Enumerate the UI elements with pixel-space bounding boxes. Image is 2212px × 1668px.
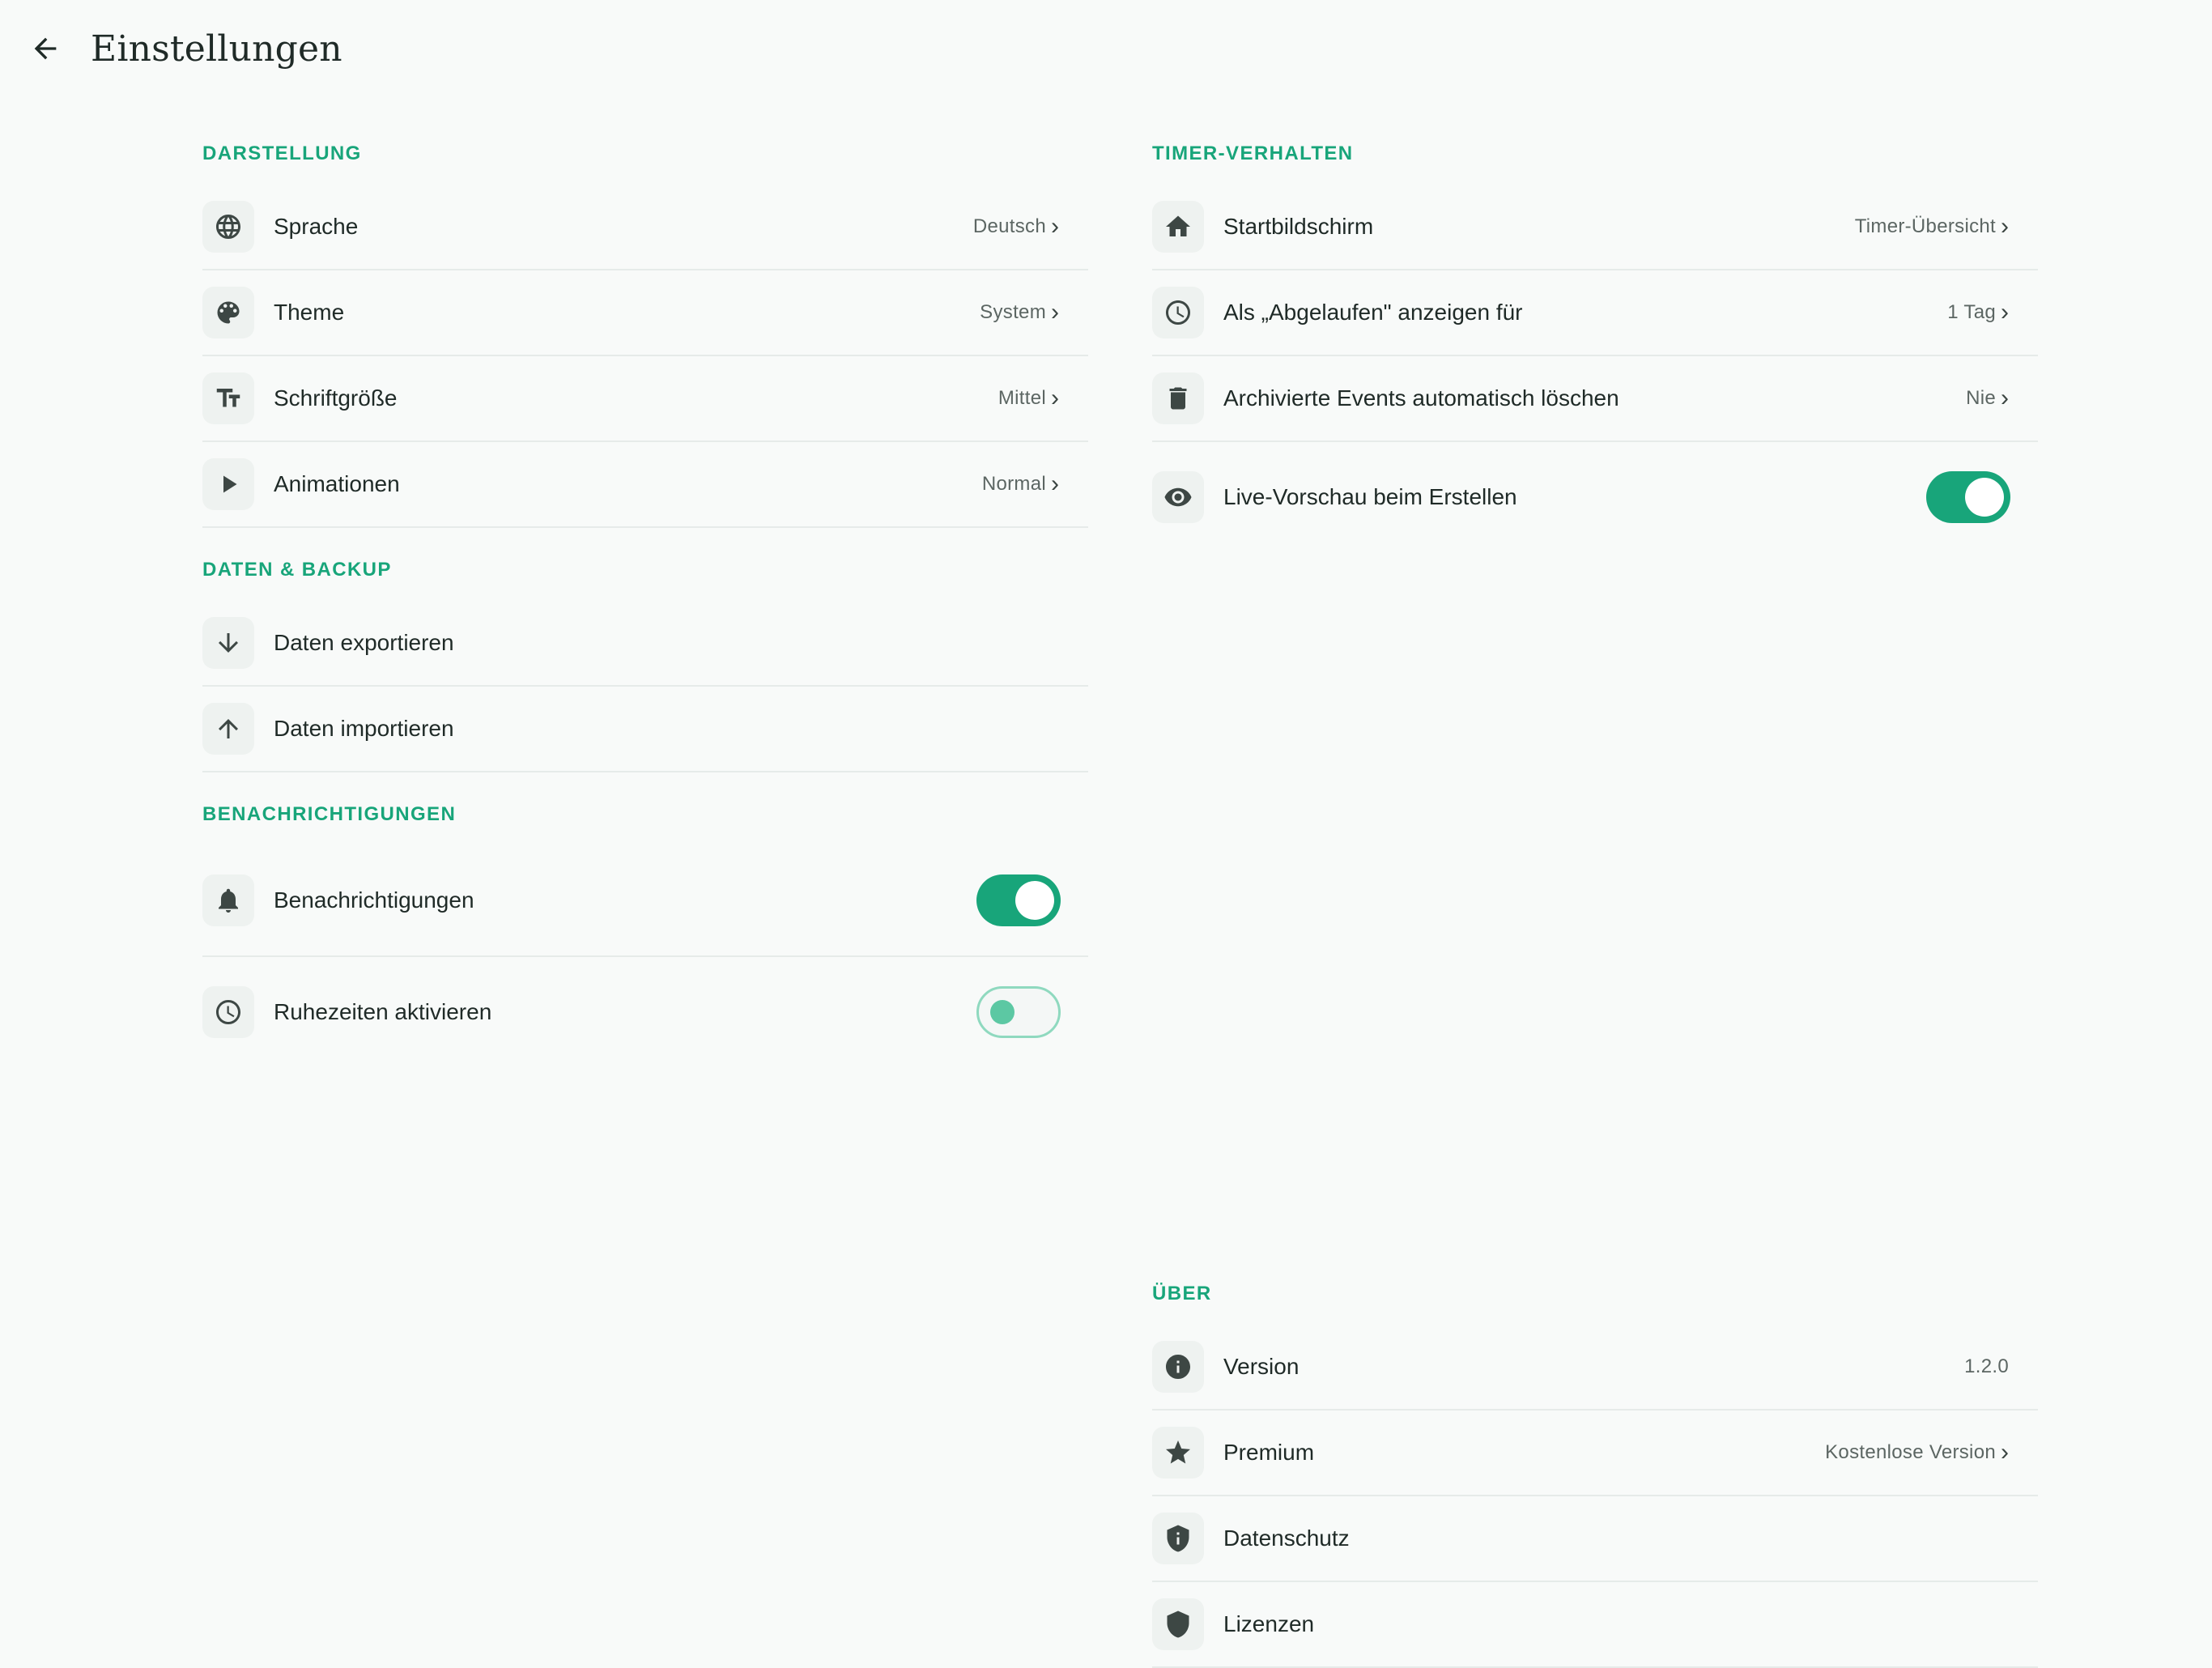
left-column: DARSTELLUNG Sprache Deutsch › Theme Syst… bbox=[202, 123, 1088, 1067]
setting-label: Ruhezeiten aktivieren bbox=[274, 999, 492, 1024]
setting-row-live-vorschau[interactable]: Live-Vorschau beim Erstellen bbox=[1152, 442, 2038, 552]
home-icon bbox=[1152, 201, 1204, 253]
setting-row-startbildschirm[interactable]: Startbildschirm Timer-Übersicht › bbox=[1152, 185, 2038, 270]
setting-row-sprache[interactable]: Sprache Deutsch › bbox=[202, 185, 1088, 270]
clock-icon bbox=[1152, 287, 1204, 338]
setting-row-theme[interactable]: Theme System › bbox=[202, 270, 1088, 356]
setting-label: Animationen bbox=[274, 471, 400, 496]
setting-row-benachrichtigungen[interactable]: Benachrichtigungen bbox=[202, 845, 1088, 957]
setting-row-lizenzen[interactable]: Lizenzen bbox=[1152, 1582, 2038, 1668]
text-size-icon bbox=[202, 372, 254, 424]
setting-label: Archivierte Events automatisch löschen bbox=[1223, 385, 1619, 411]
version-value: 1.2.0 bbox=[1964, 1355, 2009, 1377]
toggle-knob bbox=[990, 1000, 1015, 1024]
section-header-darstellung: DARSTELLUNG bbox=[202, 143, 362, 164]
chevron-right-icon: › bbox=[1051, 299, 1059, 326]
arrow-up-icon bbox=[202, 703, 254, 755]
setting-label: Live-Vorschau beim Erstellen bbox=[1223, 484, 1517, 509]
chevron-right-icon: › bbox=[1051, 470, 1059, 497]
bell-icon bbox=[202, 874, 254, 926]
setting-value: Deutsch bbox=[972, 215, 1046, 237]
setting-value: Kostenlose Version bbox=[1825, 1441, 1996, 1463]
setting-row-abgelaufen[interactable]: Als „Abgelaufen" anzeigen für 1 Tag › bbox=[1152, 270, 2038, 356]
setting-row-schriftgroesse[interactable]: Schriftgröße Mittel › bbox=[202, 356, 1088, 442]
setting-value: Mittel bbox=[998, 387, 1046, 409]
setting-row-archivierte-events[interactable]: Archivierte Events automatisch löschen N… bbox=[1152, 356, 2038, 442]
setting-row-premium[interactable]: Premium Kostenlose Version › bbox=[1152, 1411, 2038, 1496]
section-header-benachrichtigungen: BENACHRICHTIGUNGEN bbox=[202, 803, 457, 825]
setting-row-datenschutz[interactable]: Datenschutz bbox=[1152, 1496, 2038, 1582]
chevron-right-icon: › bbox=[2001, 1439, 2009, 1466]
top-app-bar: Einstellungen bbox=[0, 0, 2212, 105]
setting-label: Schriftgröße bbox=[274, 385, 398, 411]
setting-value: 1 Tag bbox=[1947, 301, 1996, 323]
setting-label: Daten importieren bbox=[274, 716, 454, 741]
trash-icon bbox=[1152, 372, 1204, 424]
section-header-ueber: ÜBER bbox=[1152, 1283, 1212, 1304]
info-icon bbox=[1152, 1341, 1204, 1393]
live-preview-toggle[interactable] bbox=[1926, 471, 2010, 523]
setting-label: Lizenzen bbox=[1223, 1611, 1315, 1636]
globe-icon bbox=[202, 201, 254, 253]
setting-label: Version bbox=[1223, 1354, 1300, 1379]
quiet-hours-toggle[interactable] bbox=[976, 986, 1061, 1038]
setting-label: Premium bbox=[1223, 1440, 1315, 1465]
toggle-knob bbox=[1965, 478, 2004, 517]
setting-row-ruhezeiten[interactable]: Ruhezeiten aktivieren bbox=[202, 957, 1088, 1067]
section-header-daten-backup: DATEN & BACKUP bbox=[202, 559, 392, 581]
back-button[interactable] bbox=[21, 24, 70, 73]
setting-value: System bbox=[980, 301, 1046, 323]
setting-row-version: Version 1.2.0 bbox=[1152, 1325, 2038, 1411]
setting-value: Nie bbox=[1966, 387, 1996, 409]
arrow-down-icon bbox=[202, 617, 254, 669]
right-column: TIMER-VERHALTEN Startbildschirm Timer-Üb… bbox=[1152, 123, 2038, 552]
notifications-toggle[interactable] bbox=[976, 874, 1061, 926]
star-icon bbox=[1152, 1427, 1204, 1479]
setting-value: Timer-Übersicht bbox=[1854, 215, 1996, 237]
play-icon bbox=[202, 458, 254, 510]
shield-icon bbox=[1152, 1598, 1204, 1650]
chevron-right-icon: › bbox=[2001, 299, 2009, 326]
palette-icon bbox=[202, 287, 254, 338]
setting-label: Datenschutz bbox=[1223, 1525, 1350, 1551]
setting-label: Als „Abgelaufen" anzeigen für bbox=[1223, 300, 1523, 325]
about-section: ÜBER Version 1.2.0 Premium Kostenlose Ve… bbox=[1152, 1263, 2038, 1668]
chevron-right-icon: › bbox=[2001, 385, 2009, 411]
setting-row-daten-exportieren[interactable]: Daten exportieren bbox=[202, 601, 1088, 687]
clock-icon bbox=[202, 986, 254, 1038]
setting-row-daten-importieren[interactable]: Daten importieren bbox=[202, 687, 1088, 772]
chevron-right-icon: › bbox=[1051, 385, 1059, 411]
chevron-right-icon: › bbox=[2001, 213, 2009, 240]
setting-label: Benachrichtigungen bbox=[274, 887, 474, 913]
setting-value: Normal bbox=[981, 473, 1046, 495]
setting-label: Daten exportieren bbox=[274, 630, 454, 655]
shield-info-icon bbox=[1152, 1513, 1204, 1564]
chevron-right-icon: › bbox=[1051, 213, 1059, 240]
setting-label: Startbildschirm bbox=[1223, 214, 1374, 239]
page-title: Einstellungen bbox=[91, 28, 342, 70]
toggle-knob bbox=[1015, 881, 1054, 920]
arrow-back-icon[interactable] bbox=[29, 32, 62, 65]
section-header-timer-verhalten: TIMER-VERHALTEN bbox=[1152, 143, 1354, 164]
setting-row-animationen[interactable]: Animationen Normal › bbox=[202, 442, 1088, 528]
setting-label: Sprache bbox=[274, 214, 359, 239]
eye-icon bbox=[1152, 471, 1204, 523]
setting-label: Theme bbox=[274, 300, 345, 325]
